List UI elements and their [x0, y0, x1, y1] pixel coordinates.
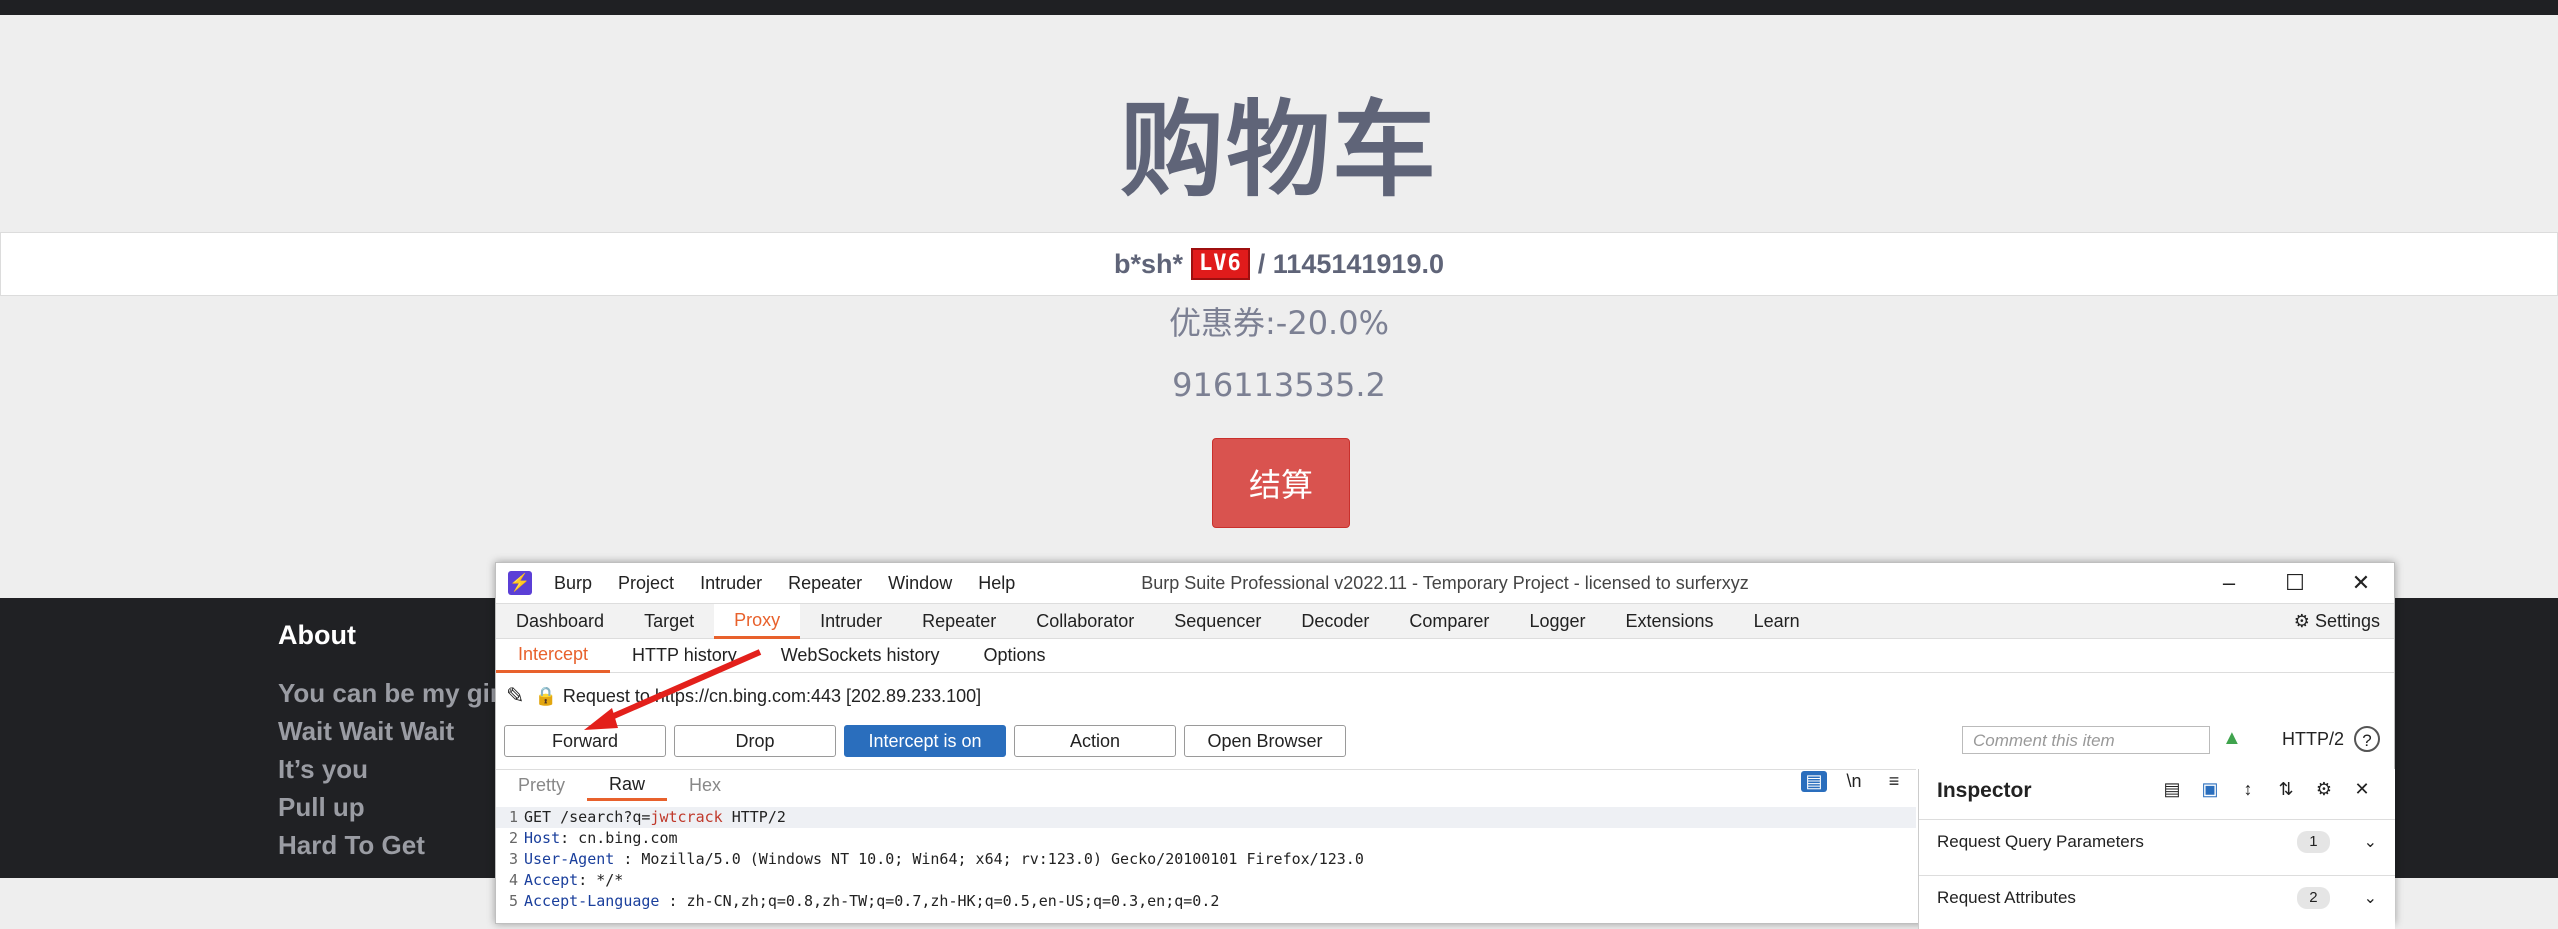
inspector-row-query-params[interactable]: Request Query Parameters 1 ⌄	[1919, 819, 2395, 864]
request-info: ✎ 🔒 Request to https://cn.bing.com:443 […	[506, 683, 981, 709]
subtab-websockets-history[interactable]: WebSockets history	[759, 639, 962, 671]
code-line: 5 Accept-Language : zh-CN,zh;q=0.8,zh-TW…	[508, 892, 1220, 910]
count-badge: 1	[2297, 831, 2330, 853]
tab-extensions[interactable]: Extensions	[1606, 605, 1734, 637]
inspector-panel: Inspector ▤ ▣ ↕ ⇅ ⚙ ✕ Request Query Para…	[1918, 769, 2395, 929]
tab-target[interactable]: Target	[624, 605, 714, 637]
subtab-intercept[interactable]: Intercept	[496, 638, 611, 673]
chevron-down-icon[interactable]: ⌄	[2364, 832, 2377, 852]
settings-label: Settings	[2314, 611, 2380, 631]
inspector-close-icon[interactable]: ✕	[2343, 779, 2381, 800]
chevron-down-icon[interactable]: ⌄	[2364, 888, 2377, 908]
minimize-icon[interactable]: –	[2196, 563, 2262, 603]
footer-link[interactable]: Pull up	[278, 788, 500, 826]
request-target: Request to https://cn.bing.com:443 [202.…	[562, 685, 982, 706]
list-view-icon[interactable]: ▤	[2153, 779, 2191, 800]
tab-repeater[interactable]: Repeater	[902, 605, 1016, 637]
pencil-icon[interactable]: ✎	[506, 683, 524, 709]
coupon-text: 优惠券:-20.0%	[1169, 304, 1389, 342]
subtab-http-history[interactable]: HTTP history	[610, 639, 759, 671]
editor-toolbar: ▤ \n ≡	[1794, 771, 1914, 792]
window-controls: – ☐ ✕	[2196, 563, 2394, 603]
comment-input[interactable]: Comment this item	[1962, 726, 2210, 754]
code-line: 2 Host: cn.bing.com	[508, 829, 678, 847]
editor-tabs: Pretty Raw Hex	[496, 769, 1916, 801]
checkout-button[interactable]: 结算	[1212, 438, 1350, 528]
lock-icon: 🔒	[534, 685, 557, 706]
title-bar: ⚡ Burp Project Intruder Repeater Window …	[496, 563, 2394, 603]
user-info-row: b*sh* LV6 / 1145141919.0	[0, 232, 2558, 296]
tab-learn[interactable]: Learn	[1734, 605, 1820, 637]
tab-collaborator[interactable]: Collaborator	[1016, 605, 1154, 637]
forward-button[interactable]: Forward	[504, 725, 666, 757]
drop-button[interactable]: Drop	[674, 725, 836, 757]
code-line: 1 GET /search?q= jwtcrack HTTP/2	[496, 807, 1916, 828]
collapse-icon[interactable]: ⇅	[2267, 779, 2305, 800]
footer-link[interactable]: Wait Wait Wait	[278, 712, 500, 750]
expand-icon[interactable]: ↕	[2229, 779, 2267, 800]
tab-hex[interactable]: Hex	[667, 771, 743, 799]
balance: / 1145141919.0	[1257, 248, 1444, 279]
tab-decoder[interactable]: Decoder	[1281, 605, 1389, 637]
highlight-color-icon[interactable]: ▲	[2222, 727, 2242, 750]
menu-item-project[interactable]: Project	[618, 573, 674, 594]
total-amount: 916113535.2	[1172, 366, 1386, 404]
code-line: 4 Accept: */*	[508, 871, 624, 889]
main-tabs: Dashboard Target Proxy Intruder Repeater…	[496, 603, 2394, 639]
code-line: 3 User-Agent : Mozilla/5.0 (Windows NT 1…	[508, 850, 1364, 868]
close-icon[interactable]: ✕	[2328, 563, 2394, 603]
user-name: b*sh*	[1114, 248, 1184, 279]
editor-menu-icon[interactable]: ≡	[1874, 771, 1914, 792]
footer-link[interactable]: Hard To Get	[278, 826, 500, 864]
menu-item-repeater[interactable]: Repeater	[788, 573, 862, 594]
inspector-row-attributes[interactable]: Request Attributes 2 ⌄	[1919, 875, 2395, 920]
burp-window: Burp Suite Professional v2022.11 - Tempo…	[495, 562, 2395, 929]
tab-raw[interactable]: Raw	[587, 770, 668, 801]
menu-item-burp[interactable]: Burp	[554, 573, 592, 594]
inspector-toolbar: ▤ ▣ ↕ ⇅ ⚙ ✕	[2153, 779, 2381, 800]
footer-about-list: You can be my gir Wait Wait Wait It’s yo…	[278, 674, 500, 864]
http-version-selector[interactable]: HTTP/2	[2282, 729, 2344, 750]
footer-link[interactable]: You can be my gir	[278, 674, 500, 712]
proxy-subtabs: Intercept HTTP history WebSockets histor…	[496, 638, 2394, 673]
subtab-options[interactable]: Options	[961, 639, 1067, 671]
newline-toggle-icon[interactable]: \n	[1834, 771, 1874, 792]
settings-button[interactable]: ⚙ Settings	[2294, 604, 2380, 638]
panel-view-icon[interactable]: ▣	[2191, 779, 2229, 800]
gear-icon: ⚙	[2293, 611, 2310, 631]
menu-item-intruder[interactable]: Intruder	[700, 573, 762, 594]
tab-comparer[interactable]: Comparer	[1389, 605, 1509, 637]
maximize-icon[interactable]: ☐	[2262, 563, 2328, 603]
page-title: 购物车	[1119, 89, 1438, 211]
tab-pretty[interactable]: Pretty	[496, 771, 587, 799]
help-icon[interactable]: ?	[2354, 726, 2380, 752]
wrap-lines-icon[interactable]: ▤	[1801, 771, 1827, 792]
level-badge: LV6	[1191, 248, 1250, 280]
tab-logger[interactable]: Logger	[1509, 605, 1605, 637]
inspector-gear-icon[interactable]: ⚙	[2305, 779, 2343, 800]
open-browser-button[interactable]: Open Browser	[1184, 725, 1346, 757]
request-editor[interactable]: 1 GET /search?q= jwtcrack HTTP/2 2 Host: …	[496, 807, 1916, 912]
action-button[interactable]: Action	[1014, 725, 1176, 757]
footer-link[interactable]: It’s you	[278, 750, 500, 788]
menu-bar: Burp Project Intruder Repeater Window He…	[554, 573, 1041, 594]
menu-item-help[interactable]: Help	[978, 573, 1015, 594]
tab-proxy[interactable]: Proxy	[714, 603, 801, 639]
burp-logo-icon: ⚡	[508, 571, 532, 595]
footer-about-title: About	[278, 620, 356, 650]
tab-sequencer[interactable]: Sequencer	[1154, 605, 1281, 637]
menu-item-window[interactable]: Window	[888, 573, 952, 594]
intercept-buttons: Forward Drop Intercept is on Action Open…	[504, 725, 1354, 757]
inspector-title: Inspector	[1937, 779, 2032, 802]
tab-dashboard[interactable]: Dashboard	[496, 605, 624, 637]
intercept-toggle-button[interactable]: Intercept is on	[844, 725, 1006, 757]
tab-intruder[interactable]: Intruder	[800, 605, 902, 637]
count-badge: 2	[2297, 887, 2330, 909]
top-bar	[0, 0, 2558, 15]
